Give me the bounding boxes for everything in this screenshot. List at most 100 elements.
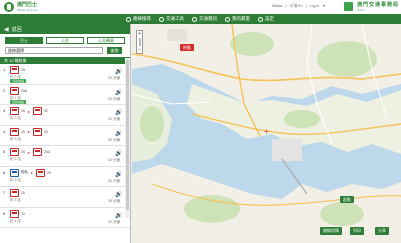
transfer-arrow-icon: ▸	[27, 129, 30, 134]
route-item[interactable]: 1 26 約 2 站沿途站點 🔊 25 分鐘	[0, 64, 130, 85]
panel-title: 返回	[11, 26, 22, 33]
scrollbar-thumb[interactable]	[126, 60, 129, 210]
route-duration: 25 分鐘	[108, 96, 120, 101]
bus-number: 26	[21, 150, 25, 154]
start-marker[interactable]: 起點	[340, 196, 354, 203]
nav-traffic-info[interactable]: 交通資訊	[192, 16, 217, 22]
route-list: 1 26 約 2 站沿途站點 🔊 25 分鐘 2 26A 約 2 站沿途站點 🔊 25 分鐘 3 26…	[0, 64, 130, 228]
route-duration: 25 分鐘	[108, 76, 120, 80]
bus-icon	[10, 86, 19, 95]
zoom-slider[interactable]	[138, 38, 141, 46]
route-legs: 26A	[10, 86, 30, 95]
bus-number: 32	[21, 211, 25, 216]
route-item[interactable]: 3 26 ▸ 32 約 3 站 🔊 30 分鐘	[0, 105, 130, 126]
route-stops: 約 4 站	[10, 218, 21, 223]
route-item[interactable]: 7 26 約 3 站 🔊 38 分鐘	[0, 187, 130, 208]
back-button[interactable]: ◀ 返回	[0, 24, 130, 34]
nav-settings[interactable]: 設定	[258, 16, 274, 22]
route-stops: 約 3 站	[10, 198, 21, 202]
route-legs: 26	[10, 189, 28, 197]
bus-number: 32	[43, 109, 48, 113]
nav-favorites[interactable]: 我的最愛	[225, 16, 250, 22]
tab-transit[interactable]: 公交	[46, 37, 84, 44]
bus-icon	[36, 168, 46, 177]
route-duration: 40 分鐘	[108, 219, 120, 224]
route-duration: 32 分鐘	[108, 158, 120, 162]
bus-icon	[159, 16, 164, 22]
arrow-left-icon: ◀	[4, 26, 9, 33]
util-language[interactable]: 中 簡 En	[289, 4, 302, 8]
bus-icon	[10, 148, 19, 156]
speaker-icon[interactable]: 🔊	[115, 109, 122, 116]
transfer-arrow-icon: ▸	[27, 149, 30, 155]
bus-icon	[32, 127, 42, 136]
print-button[interactable]: 列印	[350, 227, 364, 235]
bus-number: 25	[47, 170, 51, 175]
route-item[interactable]: 2 26A 約 2 站沿途站點 🔊 25 分鐘	[0, 85, 130, 105]
bus-icon	[10, 189, 19, 197]
route-legs: 26	[10, 66, 28, 74]
util-location[interactable]: Macau	[272, 4, 283, 8]
route-index: 6	[3, 169, 6, 175]
tab-transfer[interactable]: 公交轉乘	[87, 37, 125, 44]
main-nav: 路線搜尋 交通工具 交通資訊 我的最愛 設定	[0, 14, 401, 24]
route-item[interactable]: 6 輕軌 ▸ 25 約 3 站 🔊 35 分鐘	[0, 167, 130, 187]
light-rail-icon	[10, 168, 19, 177]
nav-route-search[interactable]: 路線搜尋	[126, 16, 151, 22]
route-stops: 約 3 站	[10, 157, 21, 161]
route-legs: 26 ▸ 26A	[10, 148, 53, 156]
bus-icon	[32, 148, 42, 156]
app-badge-icon[interactable]	[344, 2, 353, 11]
route-detail-button[interactable]: 路線詳情	[320, 227, 342, 235]
route-tag[interactable]: 沿途站點	[10, 99, 27, 104]
search-button[interactable]: 查詢	[107, 47, 122, 54]
bus-icon	[32, 107, 42, 115]
speaker-icon[interactable]: 🔊	[115, 89, 122, 96]
speaker-icon[interactable]: 🔊	[115, 68, 122, 75]
transfer-arrow-icon: ▸	[31, 170, 34, 175]
logo-subtitle: Macau Bus Info	[17, 8, 38, 12]
nav-label: 交通資訊	[199, 16, 217, 21]
util-dropdown[interactable]: ▼	[322, 4, 325, 8]
speaker-icon[interactable]: 🔊	[115, 191, 122, 198]
route-search-input[interactable]	[5, 47, 103, 54]
nav-transport[interactable]: 交通工具	[159, 16, 184, 22]
bus-icon	[10, 66, 19, 74]
route-item[interactable]: 8 32 約 4 站 🔊 40 分鐘	[0, 208, 130, 228]
speaker-icon[interactable]: 🔊	[115, 171, 122, 178]
route-index: 3	[3, 108, 6, 113]
share-button[interactable]: 分享	[375, 227, 389, 235]
route-item[interactable]: 4 26 ▸ 33 約 3 站 🔊 30 分鐘	[0, 126, 130, 146]
bus-number: 輕軌	[21, 170, 28, 174]
speaker-icon[interactable]: 🔊	[115, 150, 122, 157]
brand-right: 澳門交通事務局 DSAT	[357, 2, 399, 12]
route-icon	[126, 16, 131, 22]
route-index: 4	[3, 128, 6, 134]
route-tag[interactable]: 沿途站點	[10, 79, 27, 83]
nav-label: 我的最愛	[232, 16, 250, 21]
zoom-control[interactable]: + −	[136, 30, 143, 54]
route-duration: 30 分鐘	[108, 137, 120, 142]
util-sep: |	[285, 4, 287, 8]
route-duration: 30 分鐘	[108, 117, 120, 121]
route-duration: 35 分鐘	[108, 178, 120, 183]
route-item[interactable]: 5 26 ▸ 26A 約 3 站 🔊 32 分鐘	[0, 146, 130, 167]
speaker-icon[interactable]: 🔊	[115, 130, 122, 137]
end-marker[interactable]: 終點	[180, 44, 194, 51]
util-sep: |	[305, 4, 307, 8]
top-header: 澳門巴士 Macau Bus Info Macau | 中 簡 En | Log…	[0, 0, 401, 14]
zoom-in-button[interactable]: +	[138, 31, 141, 37]
speaker-icon[interactable]: 🔊	[115, 212, 122, 219]
bus-logo-icon	[4, 2, 14, 12]
util-login[interactable]: Log in	[310, 4, 320, 8]
route-stops: 約 3 站	[10, 177, 21, 182]
tab-bus[interactable]: 巴士	[5, 37, 43, 44]
site-logo[interactable]: 澳門巴士 Macau Bus Info	[4, 2, 38, 12]
bus-icon	[10, 127, 19, 136]
info-icon	[192, 16, 197, 22]
route-index: 5	[3, 149, 6, 154]
route-index: 2	[3, 87, 6, 93]
zoom-out-button[interactable]: −	[138, 47, 141, 53]
route-legs: 26 ▸ 32	[10, 107, 51, 115]
bus-number: 26	[21, 68, 25, 72]
